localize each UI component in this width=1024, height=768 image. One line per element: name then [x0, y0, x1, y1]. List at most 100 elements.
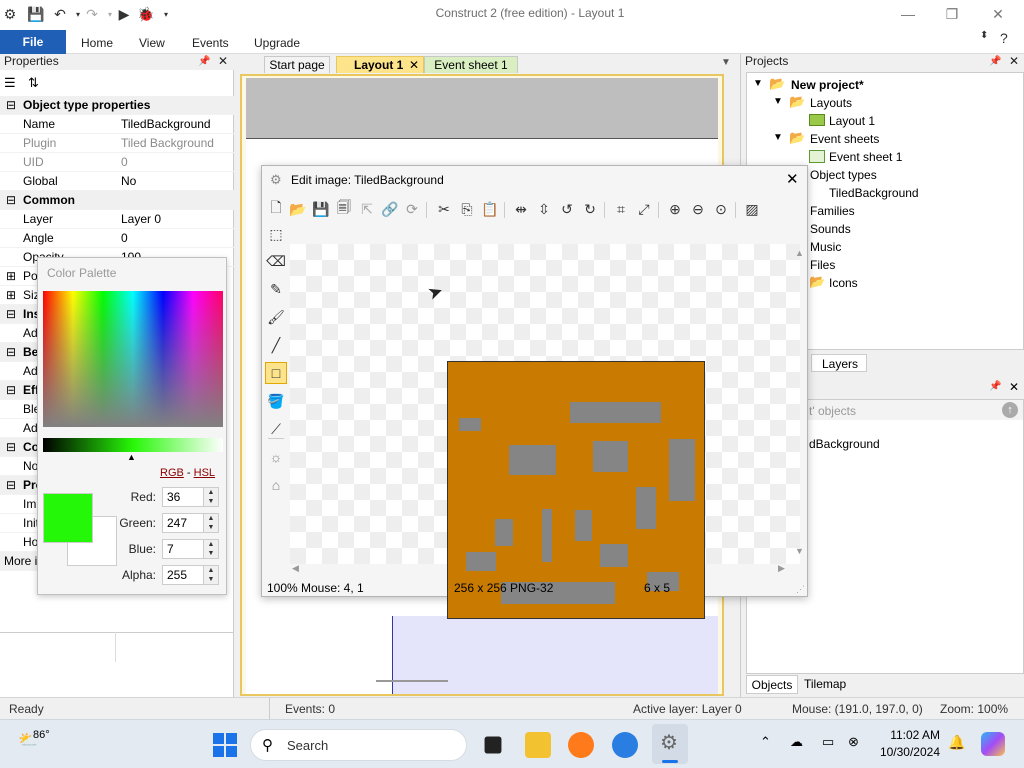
rectangle-icon[interactable]: □ — [265, 362, 287, 384]
pin-icon[interactable]: 📌 — [198, 56, 210, 67]
expand-icon[interactable]: ⊞ — [6, 267, 16, 286]
export-icon[interactable]: ⇱ — [357, 199, 377, 219]
collapse-icon[interactable]: ⊟ — [6, 96, 16, 115]
tree-item-icons[interactable]: Icons — [829, 276, 858, 290]
collapse-icon[interactable]: ⊟ — [6, 343, 16, 362]
close-icon[interactable]: ✕ — [786, 170, 799, 188]
expand-icon[interactable]: ⊞ — [6, 286, 16, 305]
scroll-right-icon[interactable]: ▶ — [778, 563, 785, 574]
more-info-link[interactable]: More i — [4, 552, 37, 571]
green-input[interactable]: 247 — [162, 513, 204, 533]
firefox-icon[interactable] — [568, 732, 594, 758]
collapse-icon[interactable]: ⊟ — [6, 476, 16, 495]
zoom-out-icon[interactable]: ⊖ — [688, 199, 708, 219]
network-icon[interactable]: ☁ — [790, 734, 803, 750]
rotate-cw-icon[interactable]: ↻ — [580, 199, 600, 219]
volume-icon[interactable]: ⊗ — [848, 734, 859, 750]
open-icon[interactable]: 📂 — [288, 199, 308, 219]
chevron-down-icon[interactable]: ▼ — [773, 132, 783, 143]
tab-layers[interactable]: Layers — [811, 354, 867, 372]
tree-item-music[interactable]: Music — [810, 240, 841, 254]
scroll-up-icon[interactable]: ▲ — [795, 248, 804, 258]
tree-item-event-sheets[interactable]: Event sheets — [810, 132, 879, 146]
alpha-input[interactable]: 255 — [162, 565, 204, 585]
tree-item-sounds[interactable]: Sounds — [810, 222, 851, 236]
zoom-reset-icon[interactable]: ⊙ — [711, 199, 731, 219]
panel-close-icon[interactable]: ✕ — [218, 54, 228, 68]
zoom-in-icon[interactable]: ⊕ — [665, 199, 685, 219]
copy-icon[interactable]: ⎘ — [457, 199, 477, 219]
property-value[interactable]: Layer 0 — [121, 210, 161, 229]
weather-temp[interactable]: 86° — [33, 729, 50, 741]
tree-item-project[interactable]: New project* — [791, 78, 864, 92]
tree-item-object-types[interactable]: Object types — [810, 168, 877, 182]
tree-item-families[interactable]: Families — [810, 204, 855, 218]
brush-icon[interactable]: 🖌 — [265, 306, 287, 328]
pencil-icon[interactable]: ✎ — [265, 278, 287, 300]
chevron-down-icon[interactable]: ▼ — [753, 78, 763, 89]
resize-icon[interactable]: ⤢ — [634, 199, 654, 219]
new-icon[interactable]: 🗋 — [266, 199, 286, 219]
property-value[interactable]: 0 — [121, 229, 128, 248]
chevron-up-icon[interactable]: ⌃ — [760, 734, 771, 750]
collapse-icon[interactable]: ⊟ — [6, 438, 16, 457]
primary-color-swatch[interactable] — [43, 493, 93, 543]
task-view-icon[interactable] — [484, 736, 502, 754]
tab-event-sheet-1[interactable]: Event sheet 1 — [424, 56, 518, 73]
cut-icon[interactable]: ✂ — [434, 199, 454, 219]
categorized-view-icon[interactable]: ☰ — [4, 75, 16, 91]
save-as-icon[interactable]: 🗐 — [334, 199, 354, 219]
horizontal-scrollbar[interactable] — [376, 680, 448, 682]
clock-time[interactable]: 11:02 AM — [876, 728, 940, 742]
group-common[interactable]: ⊟ Common — [0, 191, 234, 210]
notification-bell-icon[interactable]: 🔔 — [948, 734, 965, 751]
refresh-icon[interactable]: ⟳ — [402, 199, 422, 219]
tab-file[interactable]: File — [0, 30, 66, 54]
property-row[interactable]: UID 0 — [0, 153, 234, 172]
tab-layout-1[interactable]: Layout 1 ✕ — [336, 56, 424, 73]
tiled-background-instance[interactable] — [392, 616, 718, 694]
line-icon[interactable]: ╱ — [265, 334, 287, 356]
collision-polygon-icon[interactable]: ⌂ — [265, 474, 287, 496]
property-row[interactable]: Name TiledBackground — [0, 115, 234, 134]
help-icon[interactable]: ? — [1000, 30, 1008, 46]
property-value[interactable]: TiledBackground — [121, 115, 211, 134]
green-stepper[interactable]: ▲ ▼ — [203, 513, 219, 533]
collapse-icon[interactable]: ⊟ — [6, 191, 16, 210]
tree-item-event-sheet-1[interactable]: Event sheet 1 — [829, 150, 902, 164]
slider-handle-icon[interactable]: ▲ — [127, 452, 136, 462]
tab-upgrade[interactable]: Upgrade — [254, 32, 300, 52]
copilot-icon[interactable] — [981, 732, 1005, 756]
save-icon[interactable]: 💾 — [311, 199, 331, 219]
up-arrow-icon[interactable]: ↑ — [1002, 402, 1018, 418]
close-icon[interactable]: ✕ — [983, 3, 1013, 25]
luminance-slider[interactable] — [43, 438, 223, 452]
group-object-type[interactable]: ⊟ Object type properties — [0, 96, 234, 115]
tab-list-dropdown-icon[interactable]: ▼ — [721, 57, 731, 68]
red-stepper[interactable]: ▲ ▼ — [203, 487, 219, 507]
sort-az-icon[interactable]: ⇅ — [28, 75, 39, 91]
restore-icon[interactable]: ❐ — [937, 3, 967, 25]
minimize-icon[interactable]: — — [893, 3, 923, 25]
ribbon-collapse-icon[interactable]: ⬍ — [980, 30, 988, 41]
tab-close-icon[interactable]: ✕ — [409, 58, 419, 72]
tree-item-layouts[interactable]: Layouts — [810, 96, 852, 110]
origin-point-icon[interactable]: ☼ — [265, 446, 287, 468]
flip-horizontal-icon[interactable]: ⇹ — [511, 199, 531, 219]
red-input[interactable]: 36 — [162, 487, 204, 507]
property-row[interactable]: Global No — [0, 172, 234, 191]
object-item[interactable]: dBackground — [809, 437, 880, 451]
panel-close-icon[interactable]: ✕ — [1009, 54, 1019, 68]
rgb-mode-link[interactable]: RGB — [160, 467, 184, 479]
property-row[interactable]: Layer Layer 0 — [0, 210, 234, 229]
rotate-ccw-icon[interactable]: ↺ — [557, 199, 577, 219]
tab-home[interactable]: Home — [81, 32, 113, 52]
display-icon[interactable]: ▭ — [822, 734, 834, 750]
resize-grip-icon[interactable]: ⋰ — [796, 584, 805, 595]
tab-tilemap[interactable]: Tilemap — [804, 677, 846, 691]
property-row[interactable]: Angle 0 — [0, 229, 234, 248]
fill-bucket-icon[interactable]: 🪣 — [265, 390, 287, 412]
tab-start-page[interactable]: Start page — [264, 56, 330, 73]
property-value[interactable]: No — [121, 172, 136, 191]
link-icon[interactable]: 🔗 — [380, 199, 400, 219]
